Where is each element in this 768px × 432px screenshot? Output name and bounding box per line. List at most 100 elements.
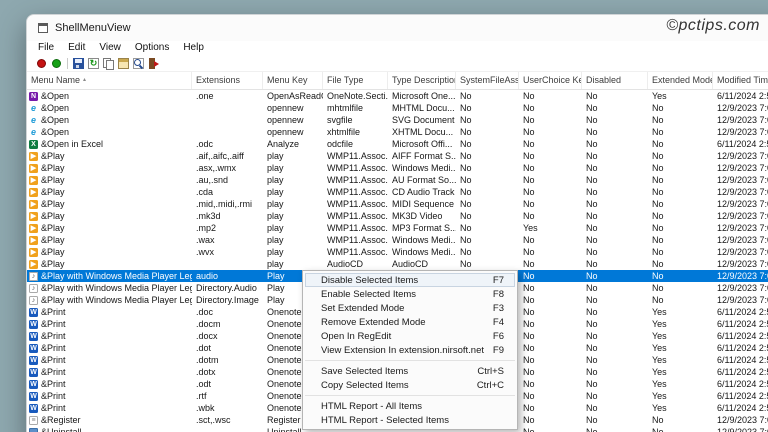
copy-icon xyxy=(103,58,114,69)
copy-button[interactable] xyxy=(101,56,116,70)
column-header-key[interactable]: Menu Key xyxy=(263,72,323,89)
word-icon: W xyxy=(29,344,38,353)
menu-name-cell: e&Open xyxy=(27,102,192,114)
disable-items-button[interactable] xyxy=(34,56,49,70)
save-button[interactable] xyxy=(71,56,86,70)
sys_assoc-cell: No xyxy=(456,162,519,174)
ie-icon: e xyxy=(29,116,38,125)
menu-name-cell: W&Print xyxy=(27,330,192,342)
menu-name-text: &Print xyxy=(41,354,66,366)
menu-edit[interactable]: Edit xyxy=(61,41,92,55)
table-row[interactable]: ▶&Play.mp2playWMP11.Assoc...MP3 Format S… xyxy=(27,222,768,234)
context-menu-item[interactable]: Set Extended ModeF3 xyxy=(303,301,517,315)
modified-cell: 6/11/2024 2:55:.. xyxy=(713,390,768,402)
column-header-label: Disabled xyxy=(586,75,621,85)
context-menu-item[interactable]: Enable Selected ItemsF8 xyxy=(303,287,517,301)
user_choice-cell: No xyxy=(519,270,582,282)
properties-button[interactable] xyxy=(116,56,131,70)
column-header-file_type[interactable]: File Type xyxy=(323,72,388,89)
ext-cell: .mk3d xyxy=(192,210,263,222)
disabled-cell: No xyxy=(582,222,648,234)
menu-name-cell: ♪&Play with Windows Media Player Legacy xyxy=(27,282,192,294)
ext-cell: .odt xyxy=(192,378,263,390)
file_type-cell: WMP11.Assoc... xyxy=(323,150,388,162)
context-menu-item[interactable]: HTML Report - All Items xyxy=(303,399,517,413)
column-header-sys_assoc[interactable]: SystemFileAss... xyxy=(456,72,519,89)
menu-name-cell: ▶&Play xyxy=(27,222,192,234)
column-header-extended[interactable]: Extended Mode xyxy=(648,72,713,89)
menu-name-cell: ▶&Play xyxy=(27,198,192,210)
exit-button[interactable] xyxy=(146,56,161,70)
table-row[interactable]: ▶&Play.mk3dplayWMP11.Assoc...MK3D VideoN… xyxy=(27,210,768,222)
refresh-button[interactable] xyxy=(86,56,101,70)
table-row[interactable]: e&OpenopennewxhtmlfileXHTML Docu...NoNoN… xyxy=(27,126,768,138)
table-row[interactable]: ▶&Play.au,.sndplayWMP11.Assoc...AU Forma… xyxy=(27,174,768,186)
ext-cell: .mp2 xyxy=(192,222,263,234)
menu-name-cell: ▶&Play xyxy=(27,162,192,174)
column-header-ext[interactable]: Extensions xyxy=(192,72,263,89)
sys_assoc-cell: No xyxy=(456,174,519,186)
user_choice-cell: No xyxy=(519,234,582,246)
table-row[interactable]: ▶&Play.asx,.wmxplayWMP11.Assoc...Windows… xyxy=(27,162,768,174)
disabled-cell: No xyxy=(582,294,648,306)
desktop: ©pctips.com ShellMenuView FileEditViewOp… xyxy=(0,0,768,432)
column-header-modified[interactable]: Modified Time xyxy=(713,72,768,89)
table-row[interactable]: ▶&Play.waxplayWMP11.Assoc...Windows Medi… xyxy=(27,234,768,246)
disabled-cell: No xyxy=(582,330,648,342)
onenote-icon: N xyxy=(29,92,38,101)
table-row[interactable]: N&Open.oneOpenAsReadO...OneNote.Secti...… xyxy=(27,90,768,102)
table-row[interactable]: ▶&Play.aif,.aifc,.aiffplayWMP11.Assoc...… xyxy=(27,150,768,162)
sys_assoc-cell: No xyxy=(456,186,519,198)
file_type-cell: odcfile xyxy=(323,138,388,150)
column-header-label: Menu Key xyxy=(267,75,308,85)
disabled-cell: No xyxy=(582,90,648,102)
key-cell: OpenAsReadO... xyxy=(263,90,323,102)
user_choice-cell: No xyxy=(519,414,582,426)
toolbar-separator xyxy=(67,58,68,69)
column-header-user_choice[interactable]: UserChoice Key xyxy=(519,72,582,89)
table-row[interactable]: X&Open in Excel.odcAnalyzeodcfileMicroso… xyxy=(27,138,768,150)
column-header-name[interactable]: Menu Name▴ xyxy=(27,72,192,89)
context-menu-item[interactable]: HTML Report - Selected Items xyxy=(303,413,517,427)
menu-options[interactable]: Options xyxy=(128,41,176,55)
context-menu-item[interactable]: Remove Extended ModeF4 xyxy=(303,315,517,329)
menu-file[interactable]: File xyxy=(31,41,61,55)
menu-help[interactable]: Help xyxy=(176,41,211,55)
user_choice-cell: No xyxy=(519,318,582,330)
table-row[interactable]: ▶&Play.mid,.midi,.rmiplayWMP11.Assoc...M… xyxy=(27,198,768,210)
enable-items-button[interactable] xyxy=(49,56,64,70)
menu-view[interactable]: View xyxy=(92,41,128,55)
key-cell: play xyxy=(263,186,323,198)
ext-cell: .au,.snd xyxy=(192,174,263,186)
extended-cell: No xyxy=(648,234,713,246)
modified-cell: 12/9/2023 7:02:.. xyxy=(713,186,768,198)
find-button[interactable] xyxy=(131,56,146,70)
title-bar[interactable]: ShellMenuView xyxy=(27,15,768,41)
context-menu-item[interactable]: View Extension In extension.nirsoft.netF… xyxy=(303,343,517,357)
modified-cell: 12/9/2023 7:02:.. xyxy=(713,198,768,210)
extended-cell: No xyxy=(648,162,713,174)
extended-cell: No xyxy=(648,198,713,210)
table-row[interactable]: e&OpenopennewsvgfileSVG DocumentNoNoNoNo… xyxy=(27,114,768,126)
table-row[interactable]: ▶&PlayplayAudioCDAudioCDNoNoNoNo12/9/202… xyxy=(27,258,768,270)
user_choice-cell: Yes xyxy=(519,222,582,234)
column-header-label: UserChoice Key xyxy=(523,75,582,85)
table-row[interactable]: ▶&Play.wvxplayWMP11.Assoc...Windows Medi… xyxy=(27,246,768,258)
disabled-cell: No xyxy=(582,210,648,222)
context-menu-item[interactable]: Copy Selected ItemsCtrl+C xyxy=(303,378,517,392)
ext-cell xyxy=(192,114,263,126)
table-row[interactable]: ▶&Play.cdaplayWMP11.Assoc...CD Audio Tra… xyxy=(27,186,768,198)
table-row[interactable]: e&OpenopennewmhtmlfileMHTML Docu...NoNoN… xyxy=(27,102,768,114)
context-menu-item[interactable]: Open In RegEditF6 xyxy=(303,329,517,343)
column-header-disabled[interactable]: Disabled xyxy=(582,72,648,89)
excel-icon: X xyxy=(29,140,38,149)
context-menu-item[interactable]: Disable Selected ItemsF7 xyxy=(305,273,515,287)
script-icon: ≡ xyxy=(29,416,38,425)
menu-name-text: &Play xyxy=(41,186,65,198)
context-menu-item[interactable]: Save Selected ItemsCtrl+S xyxy=(303,364,517,378)
sys_assoc-cell: No xyxy=(456,222,519,234)
extended-cell: No xyxy=(648,222,713,234)
column-header-type_desc[interactable]: Type Description xyxy=(388,72,456,89)
file_type-cell: OneNote.Secti... xyxy=(323,90,388,102)
sys_assoc-cell: No xyxy=(456,114,519,126)
